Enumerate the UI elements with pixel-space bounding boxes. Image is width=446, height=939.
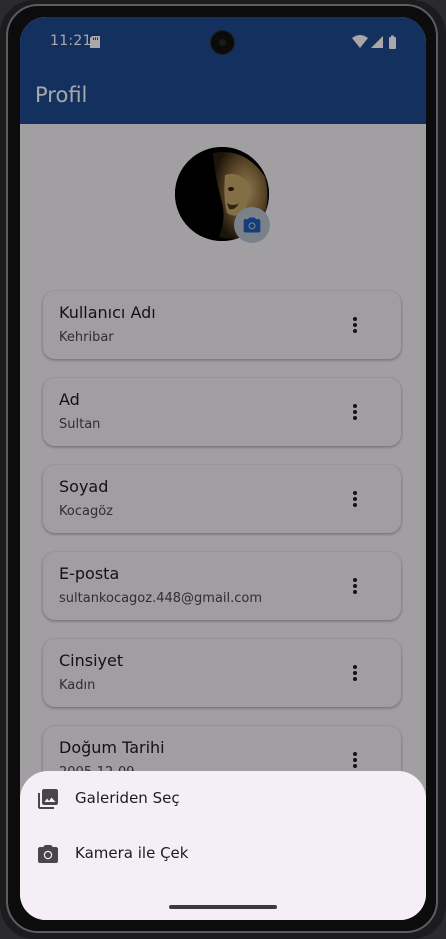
photo-library-icon <box>38 789 58 809</box>
phone-frame: 11:21 Profil Kullanıcı Adı Kehribar Ad S… <box>0 0 446 939</box>
camera-option[interactable]: Kamera ile Çek <box>20 826 426 882</box>
camera-icon <box>38 845 58 863</box>
gallery-option-label: Galeriden Seç <box>75 789 180 807</box>
photo-source-bottom-sheet: Galeriden Seç Kamera ile Çek <box>20 771 426 920</box>
camera-option-label: Kamera ile Çek <box>75 844 189 862</box>
screen: 11:21 Profil Kullanıcı Adı Kehribar Ad S… <box>20 17 426 920</box>
home-indicator[interactable] <box>169 905 277 909</box>
gallery-option[interactable]: Galeriden Seç <box>20 771 426 827</box>
